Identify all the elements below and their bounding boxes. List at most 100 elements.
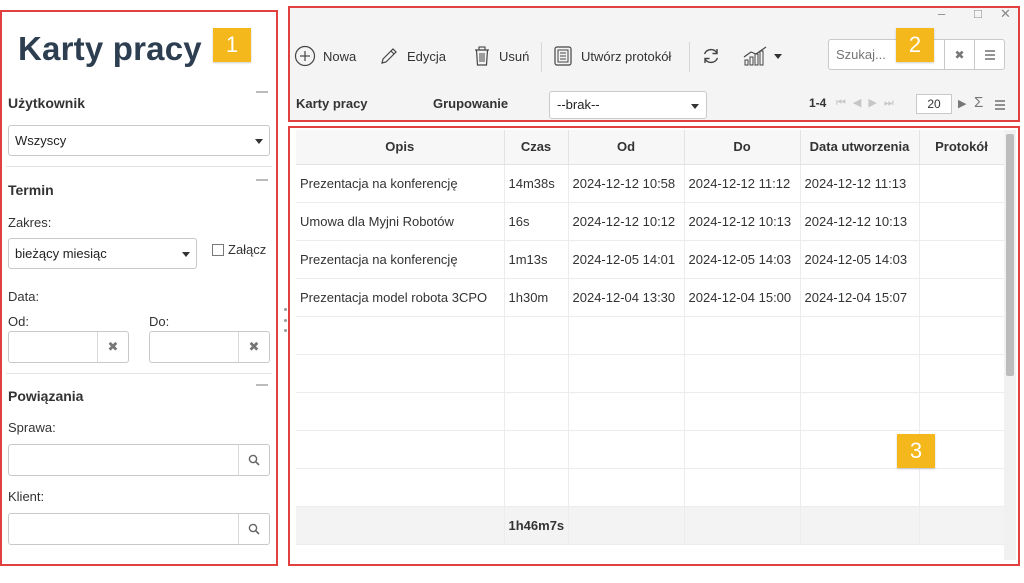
range-select[interactable]: bieżący miesiąc	[8, 238, 197, 269]
empty-row	[296, 354, 1005, 393]
clear-search-icon[interactable]: ✖	[944, 39, 975, 70]
cell-od: 2024-12-05 14:01	[568, 240, 685, 279]
date-to-label: Do:	[149, 314, 170, 329]
annotation-badge-1: 1	[213, 28, 251, 62]
date-to-input[interactable]: ✖	[149, 331, 270, 363]
collapse-term-section-icon[interactable]	[256, 179, 268, 181]
clear-icon[interactable]: ✖	[238, 332, 269, 362]
date-label: Data:	[8, 289, 40, 304]
case-input[interactable]	[8, 444, 270, 476]
date-from-label: Od:	[8, 314, 29, 329]
create-protocol-button[interactable]: Utwórz protokół	[552, 41, 671, 71]
pencil-icon	[378, 45, 400, 67]
column-header-do[interactable]: Do	[684, 130, 801, 165]
toolbar-separator	[689, 42, 690, 72]
cell-protokol	[919, 278, 1005, 317]
cell-od: 2024-12-12 10:12	[568, 202, 685, 241]
menu-icon[interactable]	[974, 39, 1005, 70]
cell-opis: Umowa dla Myjni Robotów	[296, 202, 505, 241]
table-row[interactable]: Prezentacja na konferencję 1m13s 2024-12…	[296, 240, 1005, 279]
empty-row	[296, 392, 1005, 431]
client-label: Klient:	[8, 489, 45, 504]
cell-do: 2024-12-12 11:12	[684, 164, 801, 203]
cell-protokol	[919, 240, 1005, 279]
scrollbar-thumb[interactable]	[1006, 134, 1014, 376]
toolbar-separator	[541, 42, 542, 72]
chevron-down-icon	[774, 53, 782, 59]
clear-icon[interactable]: ✖	[97, 332, 128, 362]
user-select[interactable]: Wszyscy	[8, 125, 270, 156]
column-header-data-utworzenia[interactable]: Data utworzenia	[800, 130, 920, 165]
collapse-relations-section-icon[interactable]	[256, 384, 268, 386]
vertical-scrollbar[interactable]	[1004, 130, 1016, 560]
range-select-value: bieżący miesiąc	[15, 246, 107, 261]
grouping-label: Grupowanie	[433, 96, 509, 111]
annotation-badge-3: 3	[897, 434, 935, 468]
range-label: Zakres:	[8, 215, 52, 230]
chevron-down-icon	[255, 139, 263, 144]
page-size-input[interactable]: 20	[916, 94, 952, 114]
cell-czas: 1h30m	[504, 278, 569, 317]
empty-row	[296, 316, 1005, 355]
user-section-label: Użytkownik	[8, 95, 86, 111]
search-icon[interactable]	[238, 514, 269, 544]
column-header-protokol[interactable]: Protokół	[919, 130, 1005, 165]
minimize-icon[interactable]: –	[938, 6, 945, 21]
grouping-select-value: --brak--	[557, 97, 600, 112]
close-icon[interactable]: ✕	[1000, 6, 1011, 22]
case-label: Sprawa:	[8, 420, 56, 435]
term-section-label: Termin	[8, 182, 54, 198]
new-button[interactable]: Nowa	[294, 41, 356, 71]
chart-dropdown-button[interactable]	[742, 41, 782, 71]
collapse-user-section-icon[interactable]	[256, 91, 268, 93]
cell-opis: Prezentacja na konferencję	[296, 164, 505, 203]
refresh-button[interactable]	[700, 41, 729, 71]
delete-button[interactable]: Usuń	[472, 41, 529, 71]
section-divider	[6, 166, 272, 167]
table-row[interactable]: Prezentacja na konferencję 14m38s 2024-1…	[296, 164, 1005, 203]
new-button-label: Nowa	[323, 48, 357, 64]
trash-icon	[472, 45, 492, 67]
columns-menu-icon[interactable]	[994, 97, 1006, 114]
attach-checkbox[interactable]	[212, 244, 224, 256]
summary-row: 1h46m7s	[296, 506, 1005, 545]
pager-range: 1-4	[809, 96, 827, 110]
cell-opis: Prezentacja na konferencję	[296, 240, 505, 279]
cell-do: 2024-12-04 15:00	[684, 278, 801, 317]
user-select-value: Wszyscy	[15, 133, 67, 148]
table-row[interactable]: Prezentacja model robota 3CPO 1h30m 2024…	[296, 278, 1005, 317]
search-icon[interactable]	[238, 445, 269, 475]
sum-icon[interactable]: Σ	[974, 94, 983, 111]
date-from-input[interactable]: ✖	[8, 331, 129, 363]
cell-czas: 14m38s	[504, 164, 569, 203]
annotation-badge-2: 2	[896, 28, 934, 62]
section-divider	[6, 373, 272, 374]
table-header-row: Opis Czas Od Do Data utworzenia Protokół	[296, 130, 1005, 165]
cell-czas: 16s	[504, 202, 569, 241]
data-grid: Opis Czas Od Do Data utworzenia Protokół…	[288, 126, 1020, 566]
panel-splitter-handle[interactable]	[283, 308, 287, 332]
cell-data-utworzenia: 2024-12-12 10:13	[800, 202, 920, 241]
column-header-opis[interactable]: Opis	[296, 130, 505, 165]
chart-icon	[742, 45, 770, 67]
edit-button[interactable]: Edycja	[378, 41, 446, 71]
grouping-select[interactable]: --brak--	[549, 91, 707, 119]
attach-label: Załącz	[228, 242, 267, 257]
toolbar: – □ ✕ Nowa Edycja Usuń Utwórz protokół S…	[288, 6, 1020, 122]
page-title: Karty pracy	[18, 30, 202, 67]
cell-czas: 1m13s	[504, 240, 569, 279]
work-cards-table: Opis Czas Od Do Data utworzenia Protokół…	[296, 130, 1005, 545]
plus-circle-icon	[294, 45, 316, 67]
maximize-icon[interactable]: □	[974, 6, 982, 21]
create-protocol-button-label: Utwórz protokół	[581, 48, 672, 64]
column-header-czas[interactable]: Czas	[504, 130, 569, 165]
client-input[interactable]	[8, 513, 270, 545]
document-icon	[552, 45, 574, 67]
relations-section-label: Powiązania	[8, 388, 84, 404]
next-page-icon[interactable]: ▶	[958, 97, 966, 110]
pager-nav-buttons[interactable]: ⏮◀▶⏭	[836, 96, 901, 110]
cell-protokol	[919, 164, 1005, 203]
table-row[interactable]: Umowa dla Myjni Robotów 16s 2024-12-12 1…	[296, 202, 1005, 241]
total-time: 1h46m7s	[504, 506, 569, 545]
column-header-od[interactable]: Od	[568, 130, 685, 165]
